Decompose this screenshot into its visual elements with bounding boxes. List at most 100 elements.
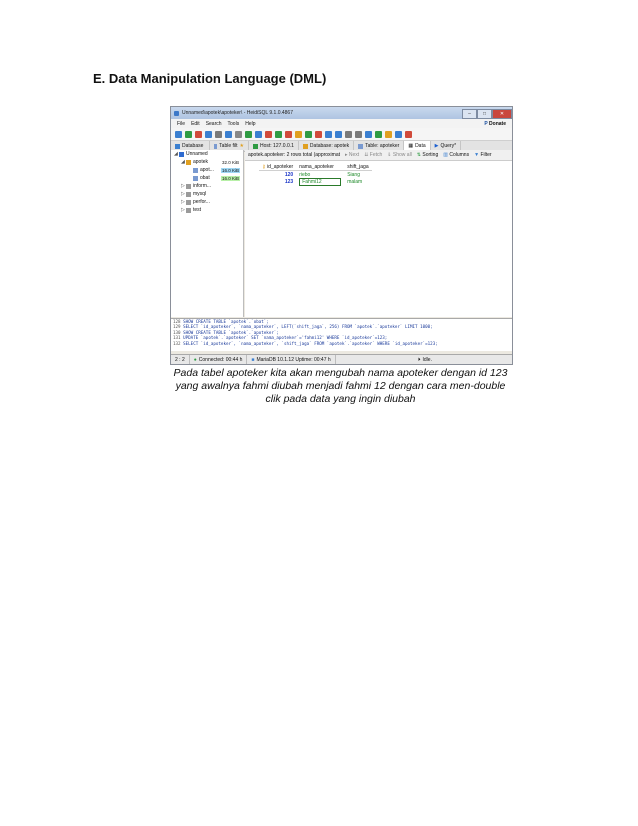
table-icon [214, 143, 218, 149]
toolbar-icon[interactable] [315, 130, 322, 138]
toolbar-icon[interactable] [225, 130, 232, 138]
tree-item-size: 16.0 KiB [220, 175, 240, 181]
menu-tools[interactable]: Tools [228, 121, 240, 127]
columns-icon: ▥ [443, 152, 448, 158]
toolbar-icon[interactable] [395, 130, 402, 138]
toolbar-icon[interactable] [295, 130, 302, 138]
cell-nama[interactable]: riebo [296, 171, 344, 179]
filter-button[interactable]: ▼ Filter [474, 152, 491, 158]
database-icon [175, 143, 180, 149]
menu-edit[interactable]: Edit [191, 121, 200, 127]
data-grid: ⚷ id_apoteker nama_apoteker shift_jaga 1… [259, 163, 372, 186]
log-line-number: 128 [173, 319, 181, 324]
column-header-nama[interactable]: nama_apoteker [296, 163, 345, 171]
toolbar-icon[interactable] [385, 130, 392, 138]
table-row[interactable]: 123 Fahmi12 malam [259, 178, 372, 186]
toolbar-icon[interactable] [325, 130, 332, 138]
tree-item[interactable]: ◢ apotek 32.0 KiB [171, 158, 243, 166]
primary-key-icon: ⚷ [262, 163, 266, 170]
toolbar-icon[interactable] [365, 130, 372, 138]
toolbar-icon[interactable] [405, 130, 412, 138]
toolbar-icon[interactable] [275, 130, 282, 138]
toolbar-icon[interactable] [355, 130, 362, 138]
tree-item[interactable]: ◢ Unnamed [171, 150, 243, 158]
toolbar-icon[interactable] [305, 130, 312, 138]
menu-search[interactable]: Search [206, 121, 222, 127]
sort-icon: ⇅ [416, 152, 421, 158]
tree-node-icon [186, 191, 191, 197]
idle-icon: ⏵ [418, 356, 421, 363]
table-row[interactable]: 120 riebo Siang [259, 171, 372, 179]
rows-info: apotek.apoteker: 2 rows total (approxima… [248, 152, 340, 158]
log-line-number: 129 [173, 324, 181, 330]
fetch-button[interactable]: ⇊ Fetch [364, 152, 382, 158]
cell-editor[interactable]: Fahmi12 [299, 178, 342, 186]
maximize-button[interactable]: □ [477, 109, 492, 119]
toolbar-icon[interactable] [245, 130, 252, 138]
figure-caption: Pada tabel apoteker kita akan mengubah n… [170, 367, 511, 406]
tree-item-label: mysql [193, 191, 207, 197]
log-line-text: UPDATE `apotek`.`apoteker` SET `nama_apo… [183, 335, 388, 341]
toolbar-icon[interactable] [285, 130, 292, 138]
cell-id[interactable]: 120 [259, 171, 296, 179]
toolbar-icon[interactable] [215, 130, 222, 138]
toolbar-icon[interactable] [205, 130, 212, 138]
filter-icon: ▼ [474, 152, 480, 158]
tree-item[interactable]: ▷ perfor... [171, 198, 243, 206]
cell-nama[interactable]: Fahmi12 [296, 178, 344, 186]
cell-shift[interactable]: Siang [344, 171, 371, 179]
tree-item[interactable]: ▷ inform... [171, 182, 243, 190]
column-header-id[interactable]: ⚷ id_apoteker [259, 163, 297, 171]
minimize-button[interactable]: – [462, 109, 477, 119]
tree-item[interactable]: ▷ mysql [171, 190, 243, 198]
show-all-icon: ⇓ [387, 152, 392, 158]
server-icon: ■ [251, 356, 255, 363]
heidisql-window: Unnamed\apotek\apoteker\ - HeidiSQL 9.1.… [170, 106, 513, 365]
column-header-shift[interactable]: shift_jaga [344, 163, 372, 171]
show-all-button[interactable]: ⇓ Show all [387, 152, 412, 158]
fetch-icon: ⇊ [364, 152, 369, 158]
next-icon: ▸ [345, 152, 348, 158]
next-button[interactable]: ▸ Next [345, 152, 359, 158]
toolbar-icon[interactable] [265, 130, 272, 138]
tree-item[interactable]: ▷ test [171, 206, 243, 214]
menu-help[interactable]: Help [245, 121, 255, 127]
data-toolbar: apotek.apoteker: 2 rows total (approxima… [245, 150, 512, 161]
tree-node-icon [193, 175, 198, 181]
tree-item[interactable]: obat 16.0 KiB [171, 174, 243, 182]
tree-item-label: apotek [193, 159, 209, 165]
toolbar-icon[interactable] [375, 130, 382, 138]
tree-node-icon [193, 167, 198, 173]
toolbar-icon[interactable] [335, 130, 342, 138]
toolbar-icon[interactable] [345, 130, 352, 138]
host-icon [253, 143, 258, 149]
sorting-button[interactable]: ⇅ Sorting [417, 152, 438, 158]
toolbar-icon[interactable] [195, 130, 202, 138]
toolbar-icon[interactable] [235, 130, 242, 138]
close-button[interactable]: ✕ [492, 109, 512, 119]
connection-status: ● Connected: 00:44 h [190, 355, 248, 364]
cell-id[interactable]: 123 [259, 178, 296, 186]
tree-item-size: 16.0 KiB [220, 167, 240, 173]
donate-button[interactable]: P Donate [484, 121, 506, 127]
sql-log[interactable]: 128 SHOW CREATE TABLE `apotek`.`obat`; 12… [171, 318, 512, 351]
tree-node-icon [186, 207, 191, 213]
connected-icon: ● [193, 356, 197, 363]
status-bar: 2 : 2 ● Connected: 00:44 h ■ MariaDB 10.1.… [171, 354, 512, 364]
tree-node-icon [186, 199, 191, 205]
toolbar-icon[interactable] [175, 130, 182, 138]
title-bar: Unnamed\apotek\apoteker\ - HeidiSQL 9.1.… [171, 107, 512, 119]
log-line: 132 SELECT `id_apoteker`, `nama_apoteker… [173, 341, 512, 346]
tree-item[interactable]: apot... 16.0 KiB [171, 166, 243, 174]
cell-shift[interactable]: malam [344, 178, 371, 186]
database-icon [302, 143, 308, 149]
caption-line: Pada tabel apoteker kita akan mengubah n… [173, 367, 508, 379]
menu-file[interactable]: File [177, 121, 185, 127]
table-icon [358, 143, 364, 149]
columns-button[interactable]: ▥ Columns [443, 152, 469, 158]
app-icon [174, 110, 179, 116]
toolbar-icon[interactable] [185, 130, 192, 138]
toolbar-icon[interactable] [255, 130, 262, 138]
log-line-number: 130 [173, 329, 181, 335]
cursor-position: 2 : 2 [171, 355, 190, 364]
